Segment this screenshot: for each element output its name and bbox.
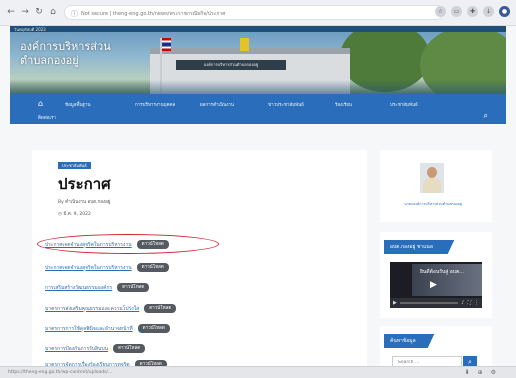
thai-flag (162, 38, 171, 51)
yellow-flag (240, 38, 249, 51)
nav-item-news[interactable]: ข่าวประชาสัมพันธ์ (268, 101, 304, 108)
bookmark-icon[interactable]: ☆ (435, 6, 446, 17)
forward-icon[interactable]: → (20, 7, 30, 17)
document-row: มาตรการการใช้ดุลพินิจและอำนาจหน้าที่ ดาว… (45, 324, 170, 333)
site-title-line1: องค์การบริหารส่วน (20, 40, 111, 53)
document-link[interactable]: การเสริมสร้างวัฒนธรรมองค์กร (45, 284, 112, 292)
video-progress-track[interactable] (399, 302, 459, 304)
nav-item-personnel[interactable]: การบริหารงานบุคคล (135, 101, 175, 108)
video-widget-heading: อบต.กองอยู่ ชาแนล (384, 240, 446, 254)
download-icon[interactable]: ⬇ (465, 369, 470, 376)
mayor-photo (420, 163, 444, 193)
document-link[interactable]: มาตรการส่งเสริมคุณธรรมและความโปร่งใส (45, 305, 139, 313)
search-icon: ⌕ (468, 358, 472, 366)
clock-icon: ◷ (58, 212, 62, 217)
photo-body (423, 178, 441, 193)
document-link[interactable]: ประกาศเจตจำนงสุจริตในการบริหารงาน (45, 264, 132, 272)
site-title-line2: ตำบลกองอยู่ (20, 54, 79, 67)
back-icon[interactable]: ← (6, 7, 16, 17)
post-date-text: มี.ค. 9, 2022 (63, 212, 91, 217)
status-bar: https://theng-eng.go.th/wp-content/uploa… (0, 366, 516, 378)
download-button[interactable]: ดาวน์โหลด (137, 324, 170, 333)
info-icon[interactable]: ⓘ (71, 9, 78, 19)
browser-toolbar: ← → ↻ ⌂ ⓘ Not secure | theng-eng.go.th/n… (0, 0, 516, 26)
search-icon[interactable]: ⌕ (484, 111, 488, 121)
fullscreen-icon[interactable]: ⛶ (467, 300, 471, 306)
profile-icon[interactable]: ● (499, 6, 510, 17)
nav-item-contact[interactable]: ติดต่อเรา (38, 114, 56, 121)
profile-caption: นายกองค์การบริหารส่วนตำบลกองอยู่ (404, 202, 462, 206)
video-player[interactable]: ยินดีต้อนรับสู่ อบต... ▶ ▶ ♪ ⛶ ⋮ (390, 262, 482, 308)
puzzle-icon[interactable]: ✚ (467, 6, 478, 17)
nav-item-public-relations[interactable]: ประชาสัมพันธ์ (390, 101, 418, 108)
settings-icon[interactable]: ⚙ (491, 369, 496, 376)
site-header-banner: องค์การบริหารส่วนตำบลกองอยู่ องค์การบริห… (10, 32, 506, 94)
header-fade (10, 80, 506, 94)
volume-icon[interactable]: ♪ (461, 300, 464, 306)
download-button[interactable]: ดาวน์โหลด (144, 304, 177, 313)
category-badge[interactable]: ประชาสัมพันธ์ (58, 162, 91, 169)
site-title[interactable]: องค์การบริหารส่วน ตำบลกองอยู่ (20, 40, 111, 68)
page-title: ประกาศ (58, 175, 111, 193)
post-date: ◷ มี.ค. 9, 2022 (58, 210, 91, 217)
document-link[interactable]: มาตรการป้องกันการรับสินบน (45, 345, 108, 353)
photo-head (427, 167, 437, 178)
play-icon[interactable]: ▶ (430, 280, 437, 290)
video-title[interactable]: ยินดีต้อนรับสู่ อบต... (420, 268, 464, 276)
status-icons: ⬇ ⊕ ⚙ (465, 369, 496, 376)
download-button[interactable]: ดาวน์โหลด (136, 263, 169, 272)
nav-item-performance[interactable]: ผลการดำเนินงาน (200, 101, 234, 108)
reload-icon[interactable]: ↻ (34, 7, 44, 17)
address-bar-text[interactable]: Not secure | theng-eng.go.th/news/พระราช… (81, 10, 225, 18)
download-button[interactable]: ดาวน์โหลด (117, 283, 150, 292)
main-navigation: ⌂ ข้อมูลพื้นฐาน การบริหารงานบุคคล ผลการด… (10, 94, 506, 124)
nav-item-complaints[interactable]: ร้องเรียน (335, 101, 352, 108)
zoom-icon[interactable]: ⊕ (478, 369, 483, 376)
nav-item-basic-info[interactable]: ข้อมูลพื้นฐาน (65, 101, 91, 108)
home-icon[interactable]: ⌂ (38, 100, 48, 108)
document-row: การเสริมสร้างวัฒนธรรมองค์กร ดาวน์โหลด (45, 283, 150, 292)
video-controls: ▶ ♪ ⛶ ⋮ (390, 298, 482, 308)
status-url: https://theng-eng.go.th/wp-content/uploa… (8, 370, 113, 375)
document-row: มาตรการส่งเสริมคุณธรรมและความโปร่งใส ดาว… (45, 304, 177, 313)
red-highlight-circle (37, 234, 219, 254)
browser-extensions: ☆ ▭ ✚ ↓ ● (435, 6, 510, 17)
home-icon[interactable]: ⌂ (48, 7, 58, 17)
download-button[interactable]: ดาวน์โหลด (113, 344, 146, 353)
cast-icon[interactable]: ▭ (451, 6, 462, 17)
address-bar[interactable]: ⓘ Not secure | theng-eng.go.th/news/พระร… (64, 5, 444, 20)
document-row: มาตรการป้องกันการรับสินบน ดาวน์โหลด (45, 344, 146, 353)
download-icon[interactable]: ↓ (483, 6, 494, 17)
document-link[interactable]: มาตรการการใช้ดุลพินิจและอำนาจหน้าที่ (45, 325, 133, 333)
more-options-icon[interactable]: ⋮ (474, 300, 479, 306)
document-row: ประกาศเจตจำนงสุจริตในการบริหารงาน ดาวน์โ… (45, 263, 169, 272)
post-author[interactable]: By ดำเนินงาน อบต.กองอยู่ (58, 198, 110, 205)
play-small-icon[interactable]: ▶ (393, 300, 397, 306)
building-sign: องค์การบริหารส่วนตำบลกองอยู่ (176, 60, 286, 70)
